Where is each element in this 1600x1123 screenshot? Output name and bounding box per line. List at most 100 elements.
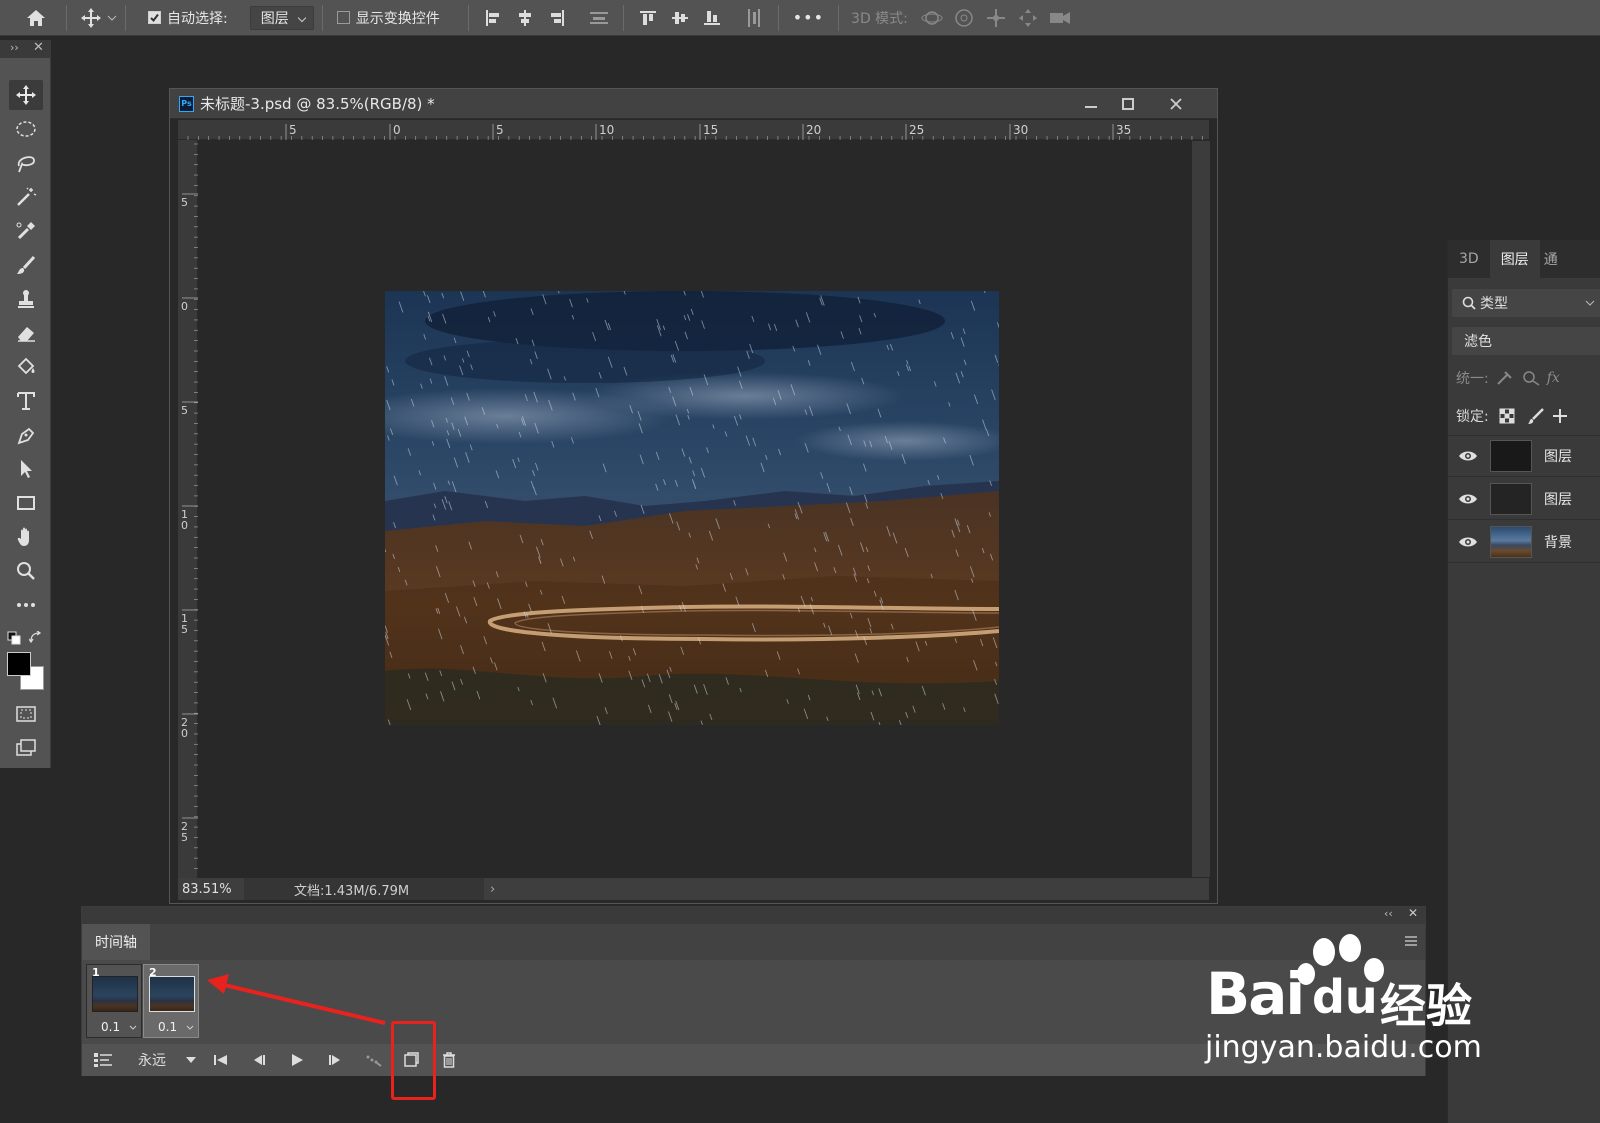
zoom-level[interactable]: 83.51% bbox=[178, 882, 244, 897]
lock-position-icon[interactable] bbox=[1552, 407, 1567, 425]
lock-transparent-icon[interactable] bbox=[1499, 408, 1515, 424]
more-options-button[interactable]: ••• bbox=[793, 8, 824, 27]
eye-icon[interactable] bbox=[1458, 492, 1478, 506]
vertical-scrollbar[interactable] bbox=[1192, 141, 1210, 877]
zoom-tool-icon[interactable] bbox=[9, 556, 43, 586]
prev-frame-icon[interactable] bbox=[240, 1046, 278, 1074]
layer-thumbnail bbox=[1490, 525, 1532, 558]
auto-select-checkbox[interactable] bbox=[148, 11, 161, 24]
next-frame-icon[interactable] bbox=[316, 1046, 354, 1074]
watermark-brand: Bai bbox=[1206, 960, 1305, 1028]
first-frame-icon[interactable] bbox=[202, 1046, 240, 1074]
minimize-icon[interactable] bbox=[1074, 91, 1108, 117]
rectangle-tool-icon[interactable] bbox=[9, 488, 43, 518]
layer-row[interactable]: 图层 bbox=[1448, 435, 1600, 477]
loop-option[interactable]: 永远 bbox=[138, 1050, 166, 1070]
align-top-icon[interactable] bbox=[634, 4, 662, 32]
play-icon[interactable] bbox=[278, 1046, 316, 1074]
ruler-label: 5 bbox=[496, 123, 504, 137]
eyedropper-icon[interactable] bbox=[9, 216, 43, 246]
collapse-panel-icon[interactable]: ‹‹ bbox=[1384, 907, 1393, 920]
more-tools-icon[interactable] bbox=[9, 590, 43, 620]
orbit-3d-icon[interactable] bbox=[918, 4, 946, 32]
ruler-label: 15 bbox=[703, 123, 718, 137]
animation-frame[interactable]: 1 0.1 bbox=[86, 964, 142, 1038]
unify-row: 统一: fx bbox=[1456, 368, 1560, 388]
distribute-vertical-icon[interactable] bbox=[740, 4, 768, 32]
slide-3d-icon[interactable] bbox=[1014, 4, 1042, 32]
quick-mask-icon[interactable] bbox=[9, 699, 43, 729]
pan-3d-icon[interactable] bbox=[982, 4, 1010, 32]
lasso-icon[interactable] bbox=[9, 148, 43, 178]
vertical-ruler[interactable]: 50510152025 bbox=[178, 140, 198, 878]
doc-info-field[interactable]: 文档:1.43M/6.79M bbox=[244, 878, 484, 900]
unify-position-icon[interactable] bbox=[1495, 369, 1517, 387]
brush-icon[interactable] bbox=[9, 250, 43, 280]
swap-colors-icon[interactable] bbox=[29, 631, 43, 645]
lock-paint-icon[interactable] bbox=[1527, 407, 1545, 425]
move-tool-preset-icon[interactable] bbox=[77, 4, 105, 32]
chevron-down-icon[interactable] bbox=[186, 1025, 194, 1031]
layer-row[interactable]: 背景 bbox=[1448, 521, 1600, 563]
canvas-image[interactable] bbox=[385, 291, 999, 725]
align-vcenter-icon[interactable] bbox=[666, 4, 694, 32]
hand-tool-icon[interactable] bbox=[9, 522, 43, 552]
type-tool-icon[interactable] bbox=[9, 386, 43, 416]
unify-visibility-icon[interactable] bbox=[1521, 369, 1543, 387]
foreground-color-swatch[interactable] bbox=[7, 652, 31, 676]
layer-filter-dropdown[interactable]: 类型 bbox=[1452, 289, 1600, 317]
camera-3d-icon[interactable] bbox=[1046, 4, 1074, 32]
clone-stamp-icon[interactable] bbox=[9, 284, 43, 314]
tab-timeline[interactable]: 时间轴 bbox=[82, 924, 150, 960]
align-bottom-icon[interactable] bbox=[698, 4, 726, 32]
auto-select-dropdown[interactable]: 图层 bbox=[249, 5, 314, 30]
pen-tool-icon[interactable] bbox=[9, 420, 43, 450]
loop-dropdown-icon[interactable] bbox=[186, 1056, 196, 1064]
layer-thumbnail bbox=[1490, 482, 1532, 515]
chevron-down-icon[interactable] bbox=[107, 14, 117, 22]
paint-bucket-icon[interactable] bbox=[9, 352, 43, 382]
tab-channels[interactable]: 通 bbox=[1540, 240, 1562, 278]
elliptical-marquee-icon[interactable] bbox=[9, 114, 43, 144]
frame-delay[interactable]: 0.1 bbox=[101, 1020, 120, 1034]
tab-layers[interactable]: 图层 bbox=[1489, 240, 1540, 278]
roll-3d-icon[interactable] bbox=[950, 4, 978, 32]
photoshop-logo-icon: Ps bbox=[179, 95, 194, 112]
layer-row[interactable]: 图层 bbox=[1448, 478, 1600, 520]
blend-mode-dropdown[interactable]: 滤色 bbox=[1452, 327, 1600, 355]
filter-type-label: 类型 bbox=[1480, 296, 1508, 312]
magic-wand-icon[interactable] bbox=[9, 182, 43, 212]
close-toolbar-icon[interactable]: ✕ bbox=[33, 40, 44, 55]
convert-timeline-icon[interactable] bbox=[84, 1046, 122, 1074]
align-left-icon[interactable] bbox=[479, 4, 507, 32]
close-panel-icon[interactable]: ✕ bbox=[1408, 906, 1418, 920]
align-hcenter-icon[interactable] bbox=[511, 4, 539, 32]
eye-icon[interactable] bbox=[1458, 449, 1478, 463]
path-selection-icon[interactable] bbox=[9, 454, 43, 484]
collapse-toolbar-icon[interactable]: ›› bbox=[10, 41, 19, 54]
watermark-url: jingyan.baidu.com bbox=[1205, 1030, 1482, 1065]
show-transform-checkbox[interactable] bbox=[336, 11, 350, 24]
close-icon[interactable] bbox=[1159, 91, 1193, 117]
horizontal-ruler[interactable]: 5 0 5 10 15 20 25 30 35 bbox=[178, 120, 1209, 140]
maximize-icon[interactable] bbox=[1111, 91, 1145, 117]
panel-tabs: 3D 图层 通 bbox=[1448, 240, 1600, 278]
animation-frame-selected[interactable]: 2 0.1 bbox=[143, 964, 199, 1038]
auto-select-value: 图层 bbox=[260, 10, 289, 27]
distribute-icon[interactable] bbox=[585, 4, 613, 32]
screen-mode-icon[interactable] bbox=[9, 733, 43, 763]
unify-style-icon[interactable]: fx bbox=[1547, 370, 1560, 386]
frame-delay[interactable]: 0.1 bbox=[158, 1020, 177, 1034]
status-menu-arrow-icon[interactable]: › bbox=[490, 882, 495, 897]
move-tool-icon[interactable] bbox=[9, 80, 43, 110]
eye-icon[interactable] bbox=[1458, 535, 1478, 549]
home-icon[interactable] bbox=[22, 4, 50, 32]
chevron-down-icon[interactable] bbox=[129, 1025, 137, 1031]
eraser-icon[interactable] bbox=[9, 318, 43, 348]
layer-name: 图层 bbox=[1544, 449, 1572, 465]
default-colors-icon[interactable] bbox=[7, 631, 21, 645]
document-title-bar[interactable]: Ps 未标题-3.psd @ 83.5%(RGB/8) * bbox=[170, 89, 1217, 119]
tween-icon[interactable] bbox=[354, 1046, 392, 1074]
align-right-icon[interactable] bbox=[543, 4, 571, 32]
tab-3d[interactable]: 3D bbox=[1448, 240, 1490, 278]
